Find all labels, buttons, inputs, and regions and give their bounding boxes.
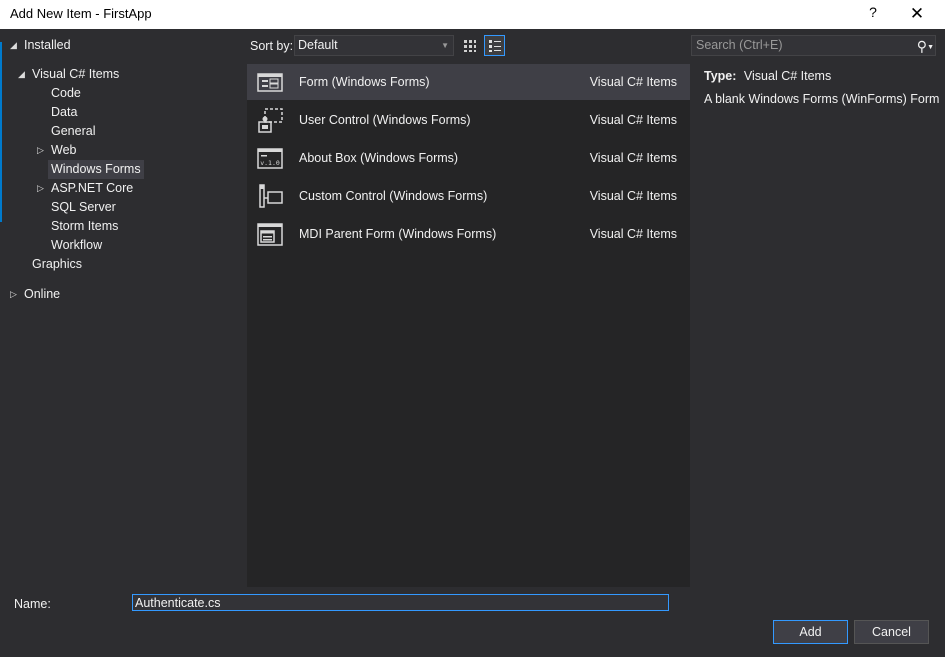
details-type-line: Type: Visual C# Items: [704, 69, 940, 92]
user-control-icon: [258, 108, 283, 133]
tree-item-label: ASP.NET Core: [51, 181, 134, 195]
template-category: Visual C# Items: [589, 151, 677, 165]
window-title: Add New Item - FirstApp: [10, 6, 152, 21]
category-tree: ◢ Installed ◢ Visual C# Items Code Data …: [0, 29, 246, 589]
sort-by-label: Sort by:: [250, 39, 294, 53]
tree-item-label: Online: [24, 287, 61, 301]
tree-item-aspnet-core[interactable]: ▷ ASP.NET Core: [37, 179, 137, 198]
tree-item-workflow[interactable]: Workflow: [51, 236, 102, 255]
search-placeholder: Search (Ctrl+E): [696, 38, 783, 52]
collapsed-triangle-icon[interactable]: ▷: [37, 183, 47, 193]
chevron-down-icon: ▼: [441, 41, 449, 50]
title-bar: Add New Item - FirstApp ? ✕: [0, 0, 945, 29]
list-view-icon: [488, 39, 501, 52]
details-type-label: Type:: [704, 69, 737, 83]
about-icon-version: v.1.0: [260, 159, 280, 167]
template-row-about-box[interactable]: v.1.0 About Box (Windows Forms) Visual C…: [247, 140, 690, 176]
form-icon: [257, 73, 283, 92]
tree-item-data[interactable]: Data: [51, 103, 77, 122]
template-name: MDI Parent Form (Windows Forms): [299, 227, 497, 241]
template-category: Visual C# Items: [589, 113, 677, 127]
small-icons-view-button[interactable]: [459, 35, 480, 56]
expanded-triangle-icon[interactable]: ◢: [18, 69, 28, 79]
help-button[interactable]: ?: [866, 4, 880, 24]
add-button[interactable]: Add: [773, 620, 848, 644]
footer-panel: Name: Add Cancel: [0, 588, 945, 657]
tree-item-sql-server[interactable]: SQL Server: [51, 198, 116, 217]
template-row-custom-control[interactable]: Custom Control (Windows Forms) Visual C#…: [247, 178, 690, 214]
template-name: About Box (Windows Forms): [299, 151, 459, 165]
mdi-parent-form-icon: [257, 223, 283, 246]
tree-item-label: Installed: [24, 38, 71, 52]
tree-item-graphics[interactable]: Graphics: [32, 255, 82, 274]
template-name: Custom Control (Windows Forms): [299, 189, 488, 203]
template-list: Form (Windows Forms) Visual C# Items Use…: [247, 64, 690, 587]
search-icon[interactable]: ⚲: [917, 37, 927, 56]
tree-item-code[interactable]: Code: [51, 84, 81, 103]
tree-item-storm-items[interactable]: Storm Items: [51, 217, 118, 236]
details-description: A blank Windows Forms (WinForms) Form: [704, 92, 940, 106]
name-field[interactable]: [132, 594, 669, 611]
name-label: Name:: [14, 597, 51, 611]
template-name: User Control (Windows Forms): [299, 113, 471, 127]
search-input[interactable]: Search (Ctrl+E) ⚲ ▼: [691, 35, 936, 56]
sort-by-select[interactable]: Default ▼: [294, 35, 454, 56]
sort-by-value: Default: [298, 38, 338, 52]
template-category: Visual C# Items: [589, 189, 677, 203]
tree-item-windows-forms[interactable]: Windows Forms: [48, 160, 144, 179]
expanded-triangle-icon[interactable]: ◢: [10, 40, 20, 50]
details-type-value: Visual C# Items: [743, 69, 832, 83]
tree-item-online[interactable]: ▷ Online: [10, 285, 90, 304]
grid-view-icon: [463, 39, 476, 52]
template-row-form[interactable]: Form (Windows Forms) Visual C# Items: [247, 64, 690, 100]
medium-icons-view-button[interactable]: [484, 35, 505, 56]
close-button[interactable]: ✕: [906, 4, 928, 24]
template-category: Visual C# Items: [589, 75, 677, 89]
tree-item-web[interactable]: ▷ Web: [37, 141, 97, 160]
collapsed-triangle-icon[interactable]: ▷: [37, 145, 47, 155]
template-name: Form (Windows Forms): [299, 75, 430, 89]
about-box-icon: v.1.0: [257, 148, 283, 169]
template-category: Visual C# Items: [589, 227, 677, 241]
tree-item-general[interactable]: General: [51, 122, 95, 141]
details-pane: Type: Visual C# Items A blank Windows Fo…: [704, 69, 940, 115]
cancel-button[interactable]: Cancel: [854, 620, 929, 644]
tree-item-label: Web: [51, 143, 77, 157]
collapsed-triangle-icon[interactable]: ▷: [10, 289, 20, 299]
template-row-mdi-parent-form[interactable]: MDI Parent Form (Windows Forms) Visual C…: [247, 216, 690, 252]
template-row-user-control[interactable]: User Control (Windows Forms) Visual C# I…: [247, 102, 690, 138]
tree-item-label: Visual C# Items: [32, 67, 120, 81]
chevron-down-icon[interactable]: ▼: [927, 38, 934, 57]
custom-control-icon: [259, 184, 283, 208]
